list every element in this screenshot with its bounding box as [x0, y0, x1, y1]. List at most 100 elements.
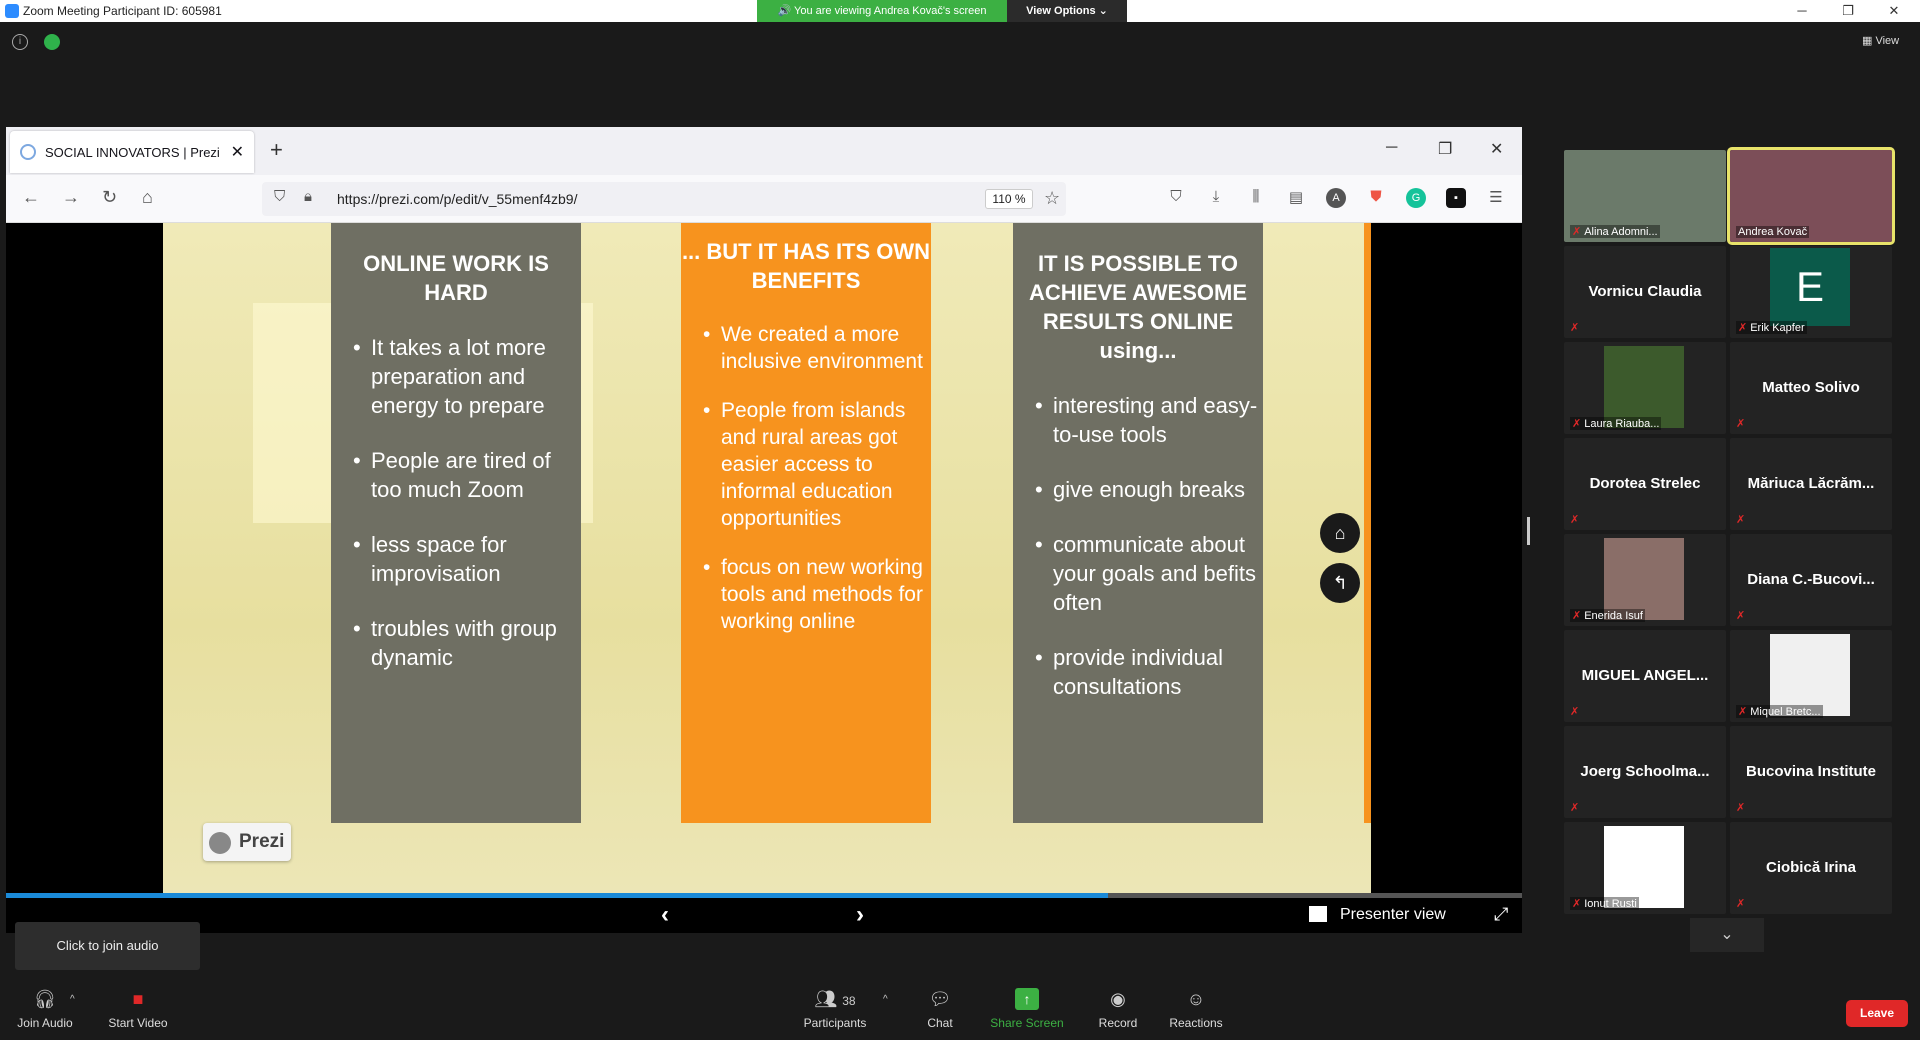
- prezi-badge[interactable]: Prezi: [203, 823, 291, 861]
- participant-tile[interactable]: ✗ Laura Riauba...: [1564, 342, 1726, 434]
- account-icon[interactable]: A: [1326, 188, 1346, 208]
- participant-name: Măriuca Lăcrăm...: [1747, 475, 1875, 492]
- url-text[interactable]: https://prezi.com/p/edit/v_55menf4zb9/: [337, 191, 577, 207]
- participant-name-label: ✗ Erik Kapfer: [1736, 321, 1807, 334]
- new-tab-button[interactable]: +: [270, 137, 283, 163]
- participant-video: [1770, 634, 1850, 716]
- slide-column-benefits: ... BUT IT HAS ITS OWN BENEFITS We creat…: [681, 223, 931, 823]
- participants-count: 38: [842, 994, 856, 1008]
- browser-close-icon[interactable]: ✕: [1490, 139, 1503, 159]
- prev-slide-icon[interactable]: ‹: [661, 901, 669, 929]
- participant-name: Matteo Solivo: [1762, 379, 1860, 396]
- restore-button[interactable]: ❐: [1826, 0, 1870, 22]
- participant-tile[interactable]: ✗ Enerida Isuf: [1564, 534, 1726, 626]
- prezi-back-up-button[interactable]: ↰: [1320, 563, 1360, 603]
- participant-name: Enerida Isuf: [1584, 610, 1643, 622]
- download-icon[interactable]: ⤓: [1206, 188, 1226, 208]
- participant-name-label: Andrea Kovač: [1736, 226, 1810, 238]
- share-screen-button[interactable]: ↑ Share Screen: [990, 988, 1064, 1030]
- participant-tile[interactable]: Bucovina Institute ✗: [1730, 726, 1892, 818]
- bullet-item: People are tired of too much Zoom: [331, 446, 581, 504]
- participant-tile[interactable]: Măriuca Lăcrăm... ✗: [1730, 438, 1892, 530]
- presenter-view-button[interactable]: Presenter view: [1340, 906, 1446, 924]
- pocket-icon[interactable]: ⛉: [1166, 188, 1186, 208]
- view-options-label: View Options: [1026, 5, 1096, 17]
- join-audio-button[interactable]: 🎧︎ Join Audio: [14, 988, 76, 1030]
- mic-muted-icon: ✗: [1572, 610, 1582, 622]
- mic-muted-icon: ✗: [1570, 514, 1580, 526]
- reactions-label: Reactions: [1169, 1016, 1223, 1030]
- leave-button[interactable]: Leave: [1846, 1000, 1908, 1027]
- record-button[interactable]: ◉ Record: [1095, 988, 1141, 1030]
- address-bar[interactable]: ⛉ 🔒︎ https://prezi.com/p/edit/v_55menf4z…: [262, 182, 1066, 216]
- next-slide-icon[interactable]: ›: [856, 901, 864, 929]
- participant-tile[interactable]: Dorotea Strelec ✗: [1564, 438, 1726, 530]
- browser-restore-icon[interactable]: ❐: [1438, 139, 1452, 159]
- join-audio-tooltip[interactable]: Click to join audio: [15, 922, 200, 970]
- home-icon[interactable]: ⌂: [142, 187, 153, 208]
- reload-icon[interactable]: ↻: [102, 187, 117, 208]
- column-bullets: It takes a lot more preparation and ener…: [331, 333, 581, 672]
- participant-tile[interactable]: Andrea Kovač: [1727, 147, 1895, 245]
- mic-muted-icon: ✗: [1736, 418, 1746, 430]
- bookmark-star-icon[interactable]: ☆: [1044, 188, 1060, 209]
- sidebar-icon[interactable]: ▤: [1286, 188, 1306, 208]
- participant-tile[interactable]: Diana C.-Bucovi... ✗: [1730, 534, 1892, 626]
- participant-name: Alina Adomni...: [1584, 226, 1658, 238]
- mic-muted-icon: ✗: [1572, 898, 1582, 910]
- participant-name: Andrea Kovač: [1738, 226, 1808, 238]
- participant-tile[interactable]: Matteo Solivo ✗: [1730, 342, 1892, 434]
- participant-tile[interactable]: MIGUEL ANGEL... ✗: [1564, 630, 1726, 722]
- chat-label: Chat: [927, 1016, 953, 1030]
- bullet-item: We created a more inclusive environment: [681, 321, 931, 375]
- ublock-icon[interactable]: ⛊: [1366, 188, 1386, 208]
- participant-tile[interactable]: ✗ Miquel Bretc...: [1730, 630, 1892, 722]
- participant-tile[interactable]: Ciobică Irina ✗: [1730, 822, 1892, 914]
- menu-hamburger-icon[interactable]: ☰: [1486, 188, 1506, 208]
- reactions-button[interactable]: ☺ Reactions: [1168, 988, 1224, 1030]
- participant-name: Dorotea Strelec: [1589, 475, 1701, 492]
- close-button[interactable]: ✕: [1872, 0, 1916, 22]
- browser-minimize-icon[interactable]: ─: [1386, 139, 1397, 157]
- forward-arrow-icon[interactable]: →: [62, 187, 80, 208]
- tab-close-icon[interactable]: ✕: [231, 142, 244, 162]
- participant-tile[interactable]: ✗ Alina Adomni...: [1564, 150, 1726, 242]
- view-options-button[interactable]: View Options ⌄: [1007, 0, 1127, 22]
- participant-name-label: ✗ Alina Adomni...: [1570, 225, 1660, 238]
- browser-tab[interactable]: SOCIAL INNOVATORS | Prezi ✕: [10, 131, 254, 173]
- mic-muted-icon: ✗: [1736, 610, 1746, 622]
- participants-options-chevron-icon[interactable]: ^: [883, 994, 888, 1005]
- panel-resize-handle[interactable]: [1527, 517, 1530, 545]
- participants-button[interactable]: 👥︎ 38 Participants: [800, 988, 870, 1030]
- fullscreen-icon[interactable]: ⤢: [1494, 904, 1508, 925]
- info-icon[interactable]: i: [12, 34, 28, 50]
- audio-options-chevron-icon[interactable]: ^: [70, 994, 75, 1005]
- presenter-view-icon[interactable]: [1309, 906, 1327, 922]
- library-icon[interactable]: ⫼: [1246, 188, 1266, 208]
- tracking-shield-icon[interactable]: ⛉: [274, 188, 285, 205]
- window-title: Zoom Meeting Participant ID: 605981: [23, 4, 222, 18]
- gallery-scroll-down-icon[interactable]: ⌄: [1690, 918, 1764, 952]
- headphones-icon: 🎧︎: [33, 989, 57, 1009]
- chat-button[interactable]: 💬︎ Chat: [920, 988, 960, 1030]
- lock-icon[interactable]: 🔒︎: [304, 188, 312, 205]
- gallery-view-button[interactable]: ▦ View: [1862, 34, 1899, 47]
- zoom-level[interactable]: 110 %: [985, 189, 1033, 209]
- mic-muted-icon: ✗: [1736, 514, 1746, 526]
- column-bullets: We created a more inclusive environment P…: [681, 321, 931, 635]
- participant-tile[interactable]: Joerg Schoolma... ✗: [1564, 726, 1726, 818]
- mic-muted-icon: ✗: [1570, 706, 1580, 718]
- start-video-button[interactable]: ■ Start Video: [105, 988, 171, 1030]
- participant-tile[interactable]: E ✗ Erik Kapfer: [1730, 246, 1892, 338]
- extension-icon[interactable]: ▪: [1446, 188, 1466, 208]
- back-arrow-icon[interactable]: ←: [22, 187, 40, 208]
- participant-tile[interactable]: ✗ Ionut Rusti: [1564, 822, 1726, 914]
- security-shield-icon[interactable]: [44, 34, 60, 50]
- prezi-home-button[interactable]: ⌂: [1320, 513, 1360, 553]
- minimize-button[interactable]: ─: [1780, 0, 1824, 22]
- reactions-smiley-icon: ☺: [1186, 989, 1206, 1009]
- participant-name: MIGUEL ANGEL...: [1581, 667, 1709, 684]
- participant-tile[interactable]: Vornicu Claudia ✗: [1564, 246, 1726, 338]
- grammarly-icon[interactable]: G: [1406, 188, 1426, 208]
- participant-name: Diana C.-Bucovi...: [1747, 571, 1875, 588]
